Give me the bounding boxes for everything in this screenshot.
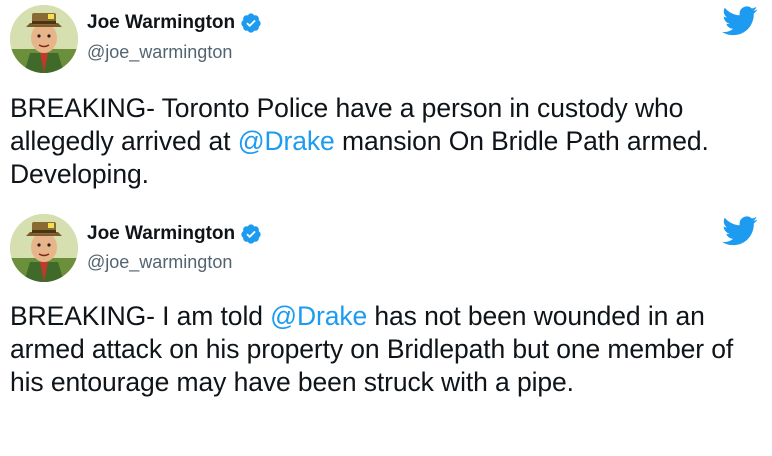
tweet-card: Joe Warmington @joe_warmington BREAKING-… (0, 205, 772, 456)
twitter-bird-icon[interactable] (722, 216, 758, 246)
mention-link[interactable]: @Drake (238, 126, 335, 156)
author-handle[interactable]: @joe_warmington (87, 42, 232, 63)
tweet-text: BREAKING- I am told @Drake has not been … (10, 300, 762, 399)
twitter-bird-icon[interactable] (722, 6, 758, 36)
mention-link[interactable]: @Drake (270, 301, 367, 331)
author-name[interactable]: Joe Warmington (87, 12, 235, 34)
author-name[interactable]: Joe Warmington (87, 223, 235, 245)
tweet-card: Joe Warmington @joe_warmington BREAKING-… (0, 0, 772, 205)
tweet-text-part: BREAKING- I am told (10, 301, 271, 331)
tweet-text: BREAKING- Toronto Police have a person i… (10, 92, 762, 191)
verified-badge-icon (240, 223, 262, 245)
author-handle[interactable]: @joe_warmington (87, 252, 232, 273)
author-row: Joe Warmington (87, 12, 262, 34)
avatar[interactable] (10, 214, 78, 282)
avatar[interactable] (10, 5, 78, 73)
avatar-illustration (10, 214, 78, 282)
avatar-illustration (10, 5, 78, 73)
verified-badge-icon (240, 12, 262, 34)
author-row: Joe Warmington (87, 223, 262, 245)
